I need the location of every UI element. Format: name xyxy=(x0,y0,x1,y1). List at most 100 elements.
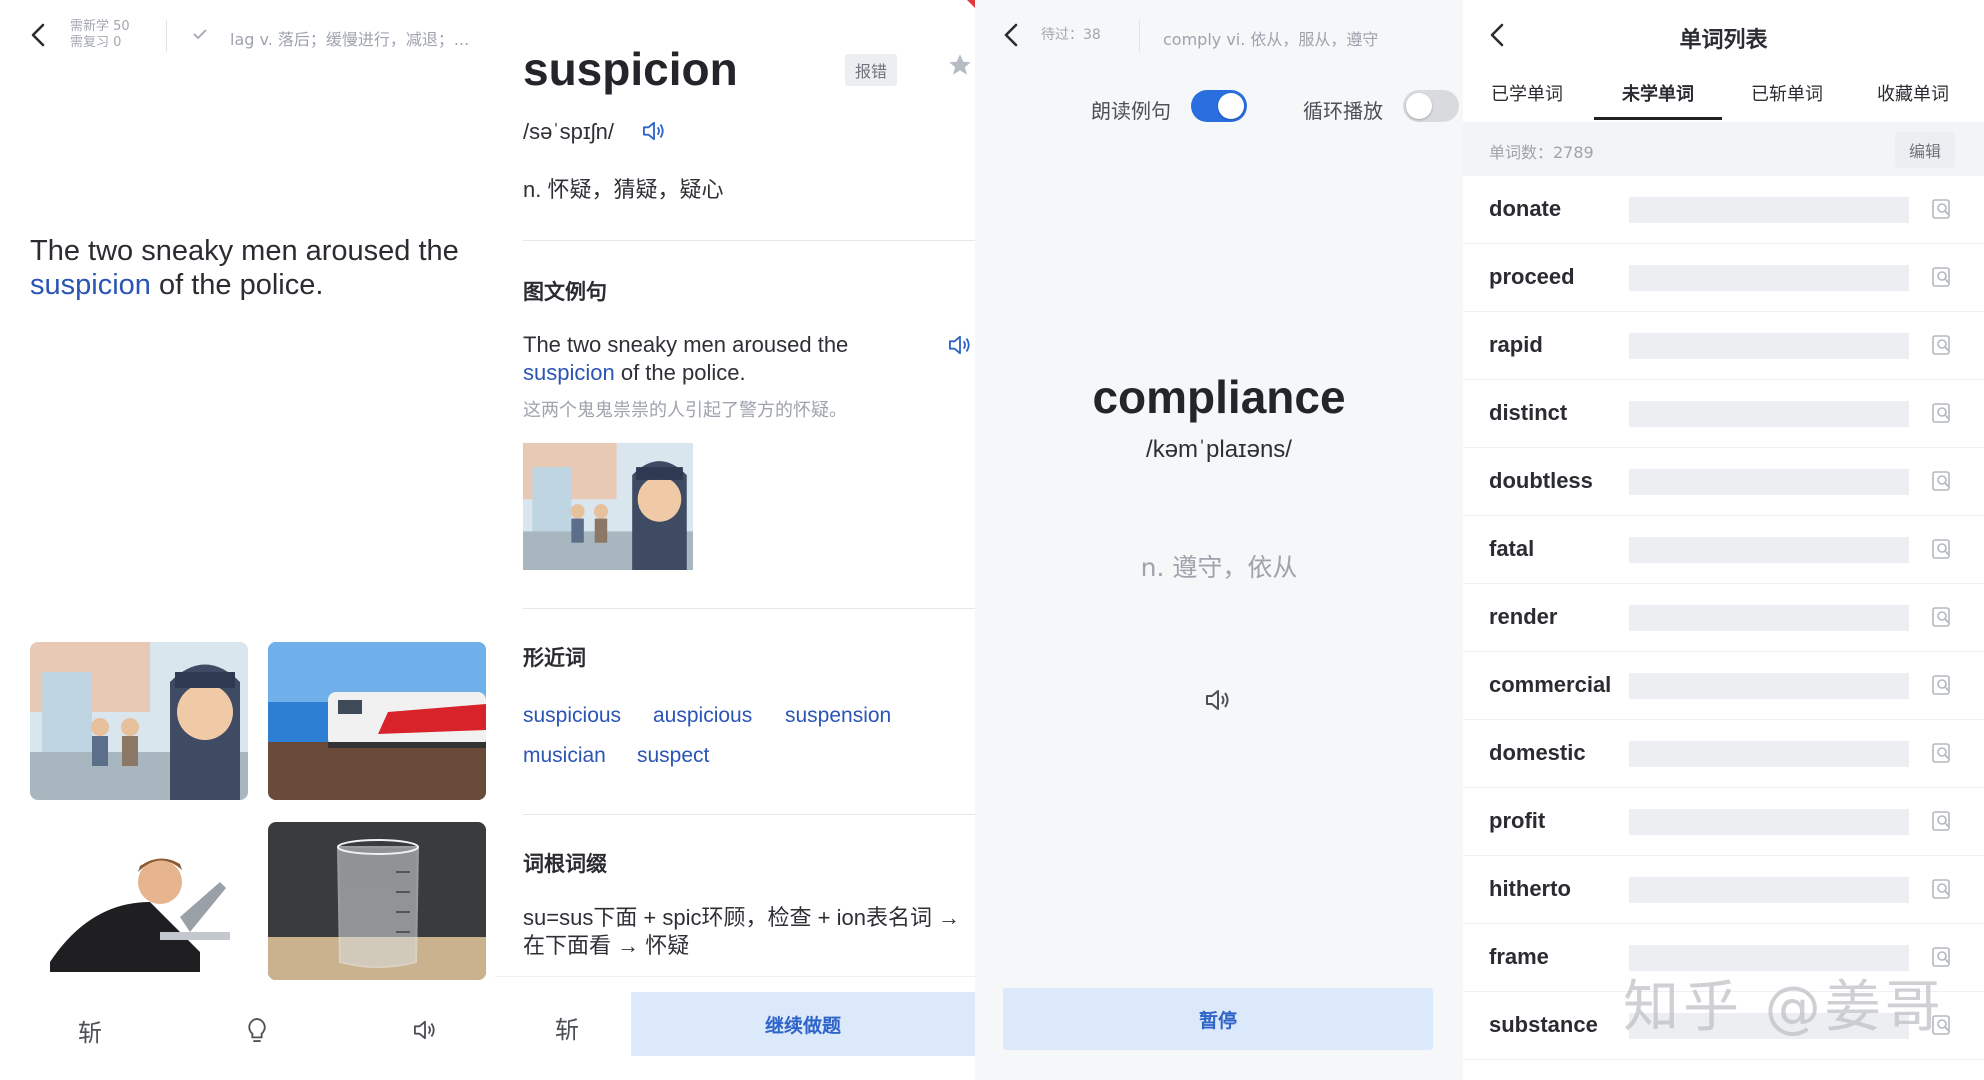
definition: n. 怀疑，猜疑，疑心 xyxy=(523,177,724,202)
image-choice-beaker[interactable] xyxy=(268,822,486,980)
divider xyxy=(523,240,975,241)
toggle-knob xyxy=(1218,93,1244,119)
hidden-definition-placeholder[interactable] xyxy=(1629,265,1909,291)
lookup-icon[interactable] xyxy=(1931,266,1953,288)
hidden-definition-placeholder[interactable] xyxy=(1629,877,1909,903)
new-words-count: 需新学 50 xyxy=(70,19,130,34)
word-detail-panel: suspicion 报错 /səˈspɪʃn/ n. 怀疑，猜疑，疑心 图文例句… xyxy=(495,0,975,1080)
study-card-panel: 需新学 50 需复习 0 lag v. 落后；缓慢进行，减退；... The t… xyxy=(0,0,495,1080)
hidden-definition-placeholder[interactable] xyxy=(1629,333,1909,359)
hidden-definition-placeholder[interactable] xyxy=(1629,605,1909,631)
lookup-icon[interactable] xyxy=(1931,198,1953,220)
list-item[interactable]: fatal xyxy=(1463,516,1984,584)
list-item-word: domestic xyxy=(1489,740,1586,765)
lookup-icon[interactable] xyxy=(1931,606,1953,628)
star-icon[interactable] xyxy=(947,52,975,80)
example-translation: 这两个鬼鬼祟祟的人引起了警方的怀疑。 xyxy=(523,400,847,421)
lookup-icon[interactable] xyxy=(1931,674,1953,696)
sentence-text-end: of the police. xyxy=(150,269,324,301)
list-item[interactable]: distinct xyxy=(1463,380,1984,448)
current-phonetic: /kəmˈplaɪəns/ xyxy=(1146,436,1292,463)
list-item[interactable]: commercial xyxy=(1463,652,1984,720)
word-list-panel: 单词列表 已学单词 未学单词 已斩单词 收藏单词 单词数：2789 编辑 don… xyxy=(1463,0,1984,1080)
divider xyxy=(1139,20,1140,52)
list-item[interactable]: doubtless xyxy=(1463,448,1984,516)
tab-favorites[interactable]: 收藏单词 xyxy=(1849,80,1977,120)
list-item-word: hitherto xyxy=(1489,876,1571,901)
pending-count: 待过：38 xyxy=(1041,27,1101,43)
list-item-word: profit xyxy=(1489,808,1546,833)
list-item-word: frame xyxy=(1489,944,1549,969)
chop-button[interactable]: 斩 xyxy=(70,1010,110,1050)
example-text: The two sneaky men aroused the xyxy=(523,332,849,357)
list-item[interactable]: proceed xyxy=(1463,244,1984,312)
list-item[interactable]: domestic xyxy=(1463,720,1984,788)
previous-word-summary[interactable]: comply vi. 依从，服从，遵守 xyxy=(1163,26,1378,50)
image-choice-train[interactable] xyxy=(268,642,486,800)
lightbulb-icon xyxy=(248,1017,266,1042)
tab-learned[interactable]: 已学单词 xyxy=(1463,80,1591,120)
edit-button[interactable]: 编辑 xyxy=(1895,132,1956,168)
similar-word-5[interactable]: suspect xyxy=(637,744,709,768)
list-item[interactable]: donate xyxy=(1463,176,1984,244)
list-item-word: distinct xyxy=(1489,400,1568,425)
similar-words-title: 形近词 xyxy=(523,646,586,670)
divider xyxy=(523,608,975,609)
hidden-definition-placeholder[interactable] xyxy=(1629,673,1909,699)
similar-word-3[interactable]: suspension xyxy=(785,704,891,728)
divider xyxy=(523,814,975,815)
speaker-icon xyxy=(414,1020,435,1040)
list-item-word: commercial xyxy=(1489,672,1612,697)
list-item-word: render xyxy=(1489,604,1558,629)
auto-play-panel: 待过：38 comply vi. 依从，服从，遵守 朗读例句 循环播放 comp… xyxy=(975,0,1463,1080)
lookup-icon[interactable] xyxy=(1931,402,1953,424)
list-item[interactable]: rapid xyxy=(1463,312,1984,380)
hidden-definition-placeholder[interactable] xyxy=(1629,537,1909,563)
hint-button[interactable] xyxy=(237,1010,277,1050)
list-item[interactable]: hitherto xyxy=(1463,856,1984,924)
hidden-definition-placeholder[interactable] xyxy=(1629,197,1909,223)
root-affix-line-2: 在下面看 → 怀疑 xyxy=(523,933,690,958)
lookup-icon[interactable] xyxy=(1931,334,1953,356)
similar-word-1[interactable]: suspicious xyxy=(523,704,621,728)
similar-word-2[interactable]: auspicious xyxy=(653,704,752,728)
continue-button[interactable]: 继续做题 xyxy=(631,992,975,1056)
hidden-definition-placeholder[interactable] xyxy=(1629,809,1909,835)
back-arrow-icon[interactable] xyxy=(24,20,54,50)
similar-word-4[interactable]: musician xyxy=(523,744,606,768)
list-item[interactable]: render xyxy=(1463,584,1984,652)
lookup-icon[interactable] xyxy=(1931,538,1953,560)
tab-unlearned[interactable]: 未学单词 xyxy=(1594,80,1722,120)
example-sentence: The two sneaky men aroused the suspicion… xyxy=(523,331,943,387)
tab-chopped[interactable]: 已斩单词 xyxy=(1723,80,1851,120)
read-example-toggle[interactable] xyxy=(1191,90,1247,122)
speaker-button[interactable] xyxy=(405,1010,445,1050)
example-pronounce-button[interactable] xyxy=(947,334,973,356)
list-item[interactable]: profit xyxy=(1463,788,1984,856)
image-choice-suspicion[interactable] xyxy=(30,642,248,800)
hidden-definition-placeholder[interactable] xyxy=(1629,469,1909,495)
lookup-icon[interactable] xyxy=(1931,470,1953,492)
previous-word-summary[interactable]: lag v. 落后；缓慢进行，减退；... xyxy=(230,26,469,50)
list-item-word: substance xyxy=(1489,1012,1598,1037)
lookup-icon[interactable] xyxy=(1931,878,1953,900)
sentence-text: The two sneaky men aroused the xyxy=(30,235,459,267)
hidden-definition-placeholder[interactable] xyxy=(1629,401,1909,427)
lookup-icon[interactable] xyxy=(1931,742,1953,764)
hidden-definition-placeholder[interactable] xyxy=(1629,741,1909,767)
example-section-title: 图文例句 xyxy=(523,280,607,304)
word-title: suspicion xyxy=(523,43,738,95)
phonetic: /səˈspɪʃn/ xyxy=(523,119,614,144)
root-affix-line-1: su=sus下面 + spic环顾，检查 + ion表名词 → xyxy=(523,905,961,930)
speaker-button[interactable] xyxy=(1204,688,1234,714)
chop-button[interactable]: 斩 xyxy=(555,1010,579,1045)
report-error-button[interactable]: 报错 xyxy=(845,54,898,86)
read-example-label: 朗读例句 xyxy=(1091,99,1171,123)
loop-play-label: 循环播放 xyxy=(1303,99,1383,123)
pronounce-button[interactable] xyxy=(641,120,667,142)
lookup-icon[interactable] xyxy=(1931,810,1953,832)
pause-button[interactable]: 暂停 xyxy=(1003,988,1433,1050)
image-choice-laptop[interactable] xyxy=(30,822,248,980)
loop-play-toggle[interactable] xyxy=(1403,90,1459,122)
back-arrow-icon[interactable] xyxy=(997,20,1027,50)
